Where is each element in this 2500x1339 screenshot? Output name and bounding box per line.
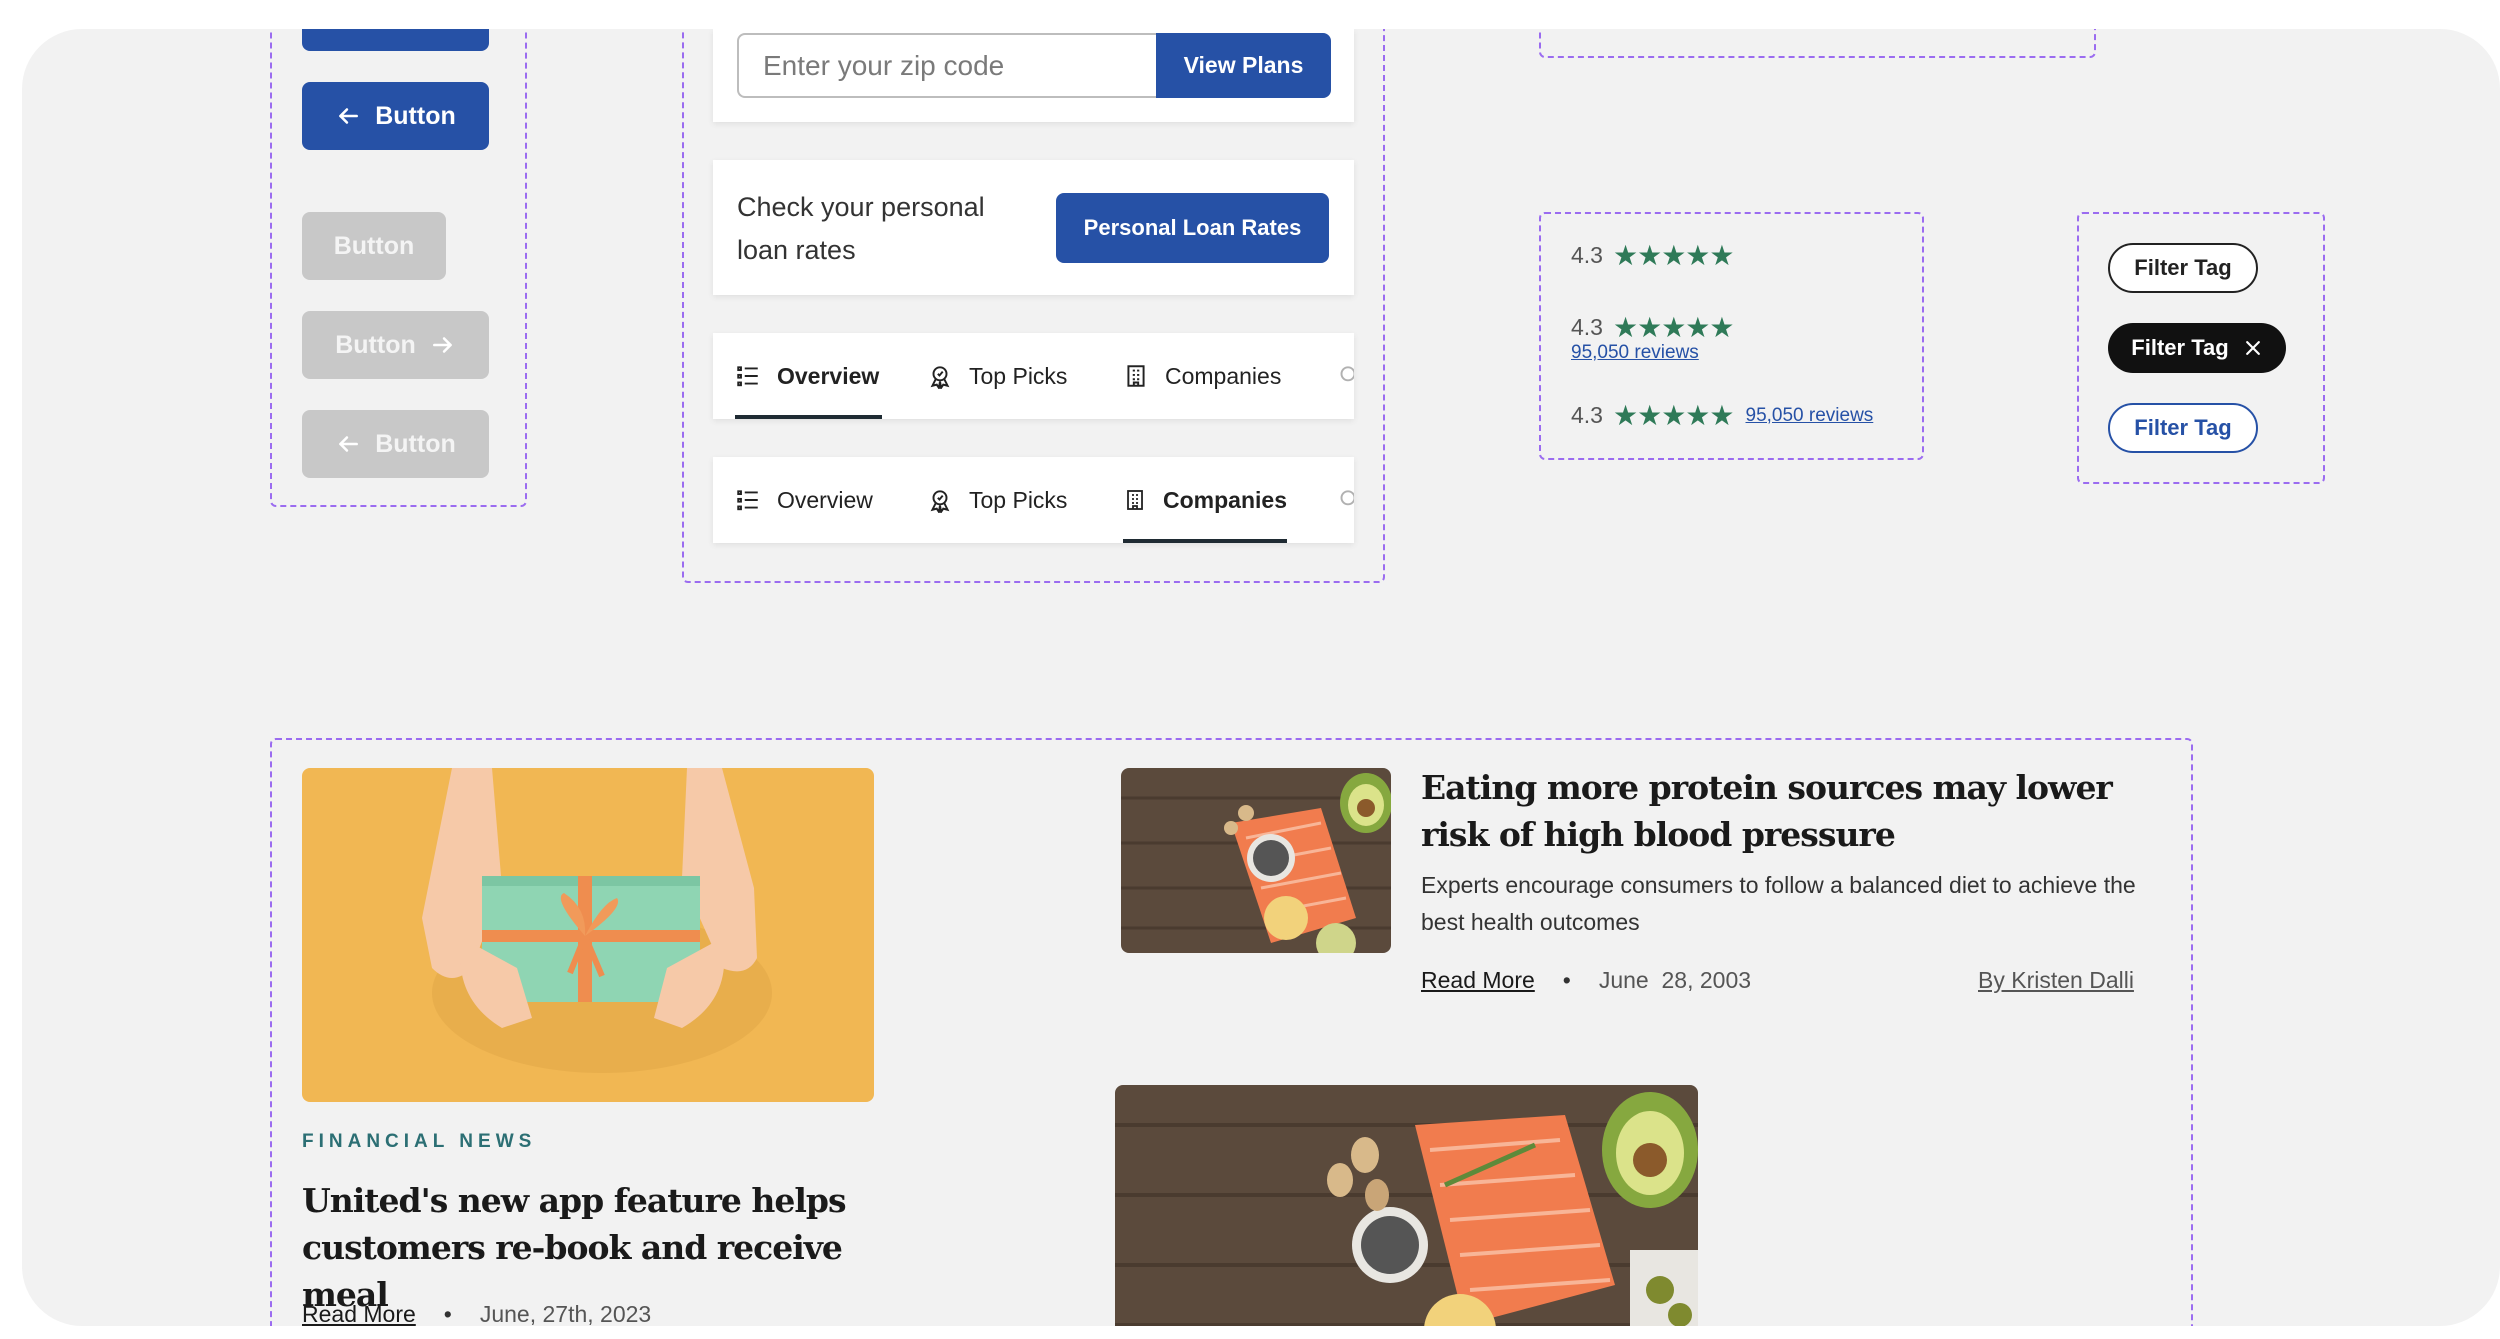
tab-overflow[interactable] (1335, 457, 1354, 543)
tab-active-underline (735, 415, 882, 419)
tab-bar-overview-active: Overview Top Picks Companies (713, 333, 1354, 419)
tab-active-underline (1123, 539, 1287, 543)
article-category: FINANCIAL NEWS (302, 1131, 537, 1152)
article-author-link[interactable]: By Kristen Dalli (1978, 967, 2134, 994)
tab-companies-label: Companies (1163, 486, 1287, 513)
filter-tag-label: Filter Tag (2134, 255, 2232, 280)
salmon-image (1115, 1085, 1698, 1326)
rating-with-reviews-inline: 4.3 ★★★★★ 95,050 reviews (1571, 399, 1873, 432)
read-more-link[interactable]: Read More (302, 1301, 416, 1326)
badge-icon (930, 490, 950, 513)
filter-tag-label: Filter Tag (2131, 335, 2229, 360)
view-plans-button[interactable]: View Plans (1156, 33, 1331, 98)
featured-article-title[interactable]: United's new app feature helps customers… (302, 1177, 892, 1318)
arrow-left-icon (339, 436, 359, 452)
tab-overview-label: Overview (777, 362, 880, 389)
tab-companies[interactable]: Companies (1123, 333, 1281, 419)
arrow-left-icon (339, 108, 359, 124)
close-icon[interactable] (2243, 338, 2263, 358)
back-button[interactable]: Button (302, 82, 489, 150)
disabled-next-button[interactable]: Button (302, 311, 489, 379)
building-icon (1127, 490, 1143, 510)
tab-overview[interactable]: Overview (735, 457, 873, 543)
disabled-back-button[interactable]: Button (302, 410, 489, 478)
list-icon (737, 366, 758, 387)
rating-with-reviews-below: 4.3 ★★★★★ (1571, 311, 1734, 344)
badge-icon (930, 366, 950, 389)
side-article-title[interactable]: Eating more protein sources may lower ri… (1421, 764, 2156, 858)
filter-tag-default[interactable]: Filter Tag (2108, 243, 2258, 293)
rating-score: 4.3 (1571, 242, 1603, 268)
cutoff-group (1539, 29, 2096, 58)
star-rating-icon: ★★★★★ (1612, 240, 1735, 271)
disabled-button[interactable]: Button (302, 212, 446, 280)
reviews-link[interactable]: 95,050 reviews (1571, 342, 1699, 364)
filter-tag-selected[interactable]: Filter Tag (2108, 323, 2286, 373)
article-date: June, 27th, 2023 (479, 1301, 652, 1326)
salmon-thumbnail (1121, 768, 1391, 953)
loan-widget-text: Check your personal loan rates (737, 192, 985, 265)
tab-top-picks[interactable]: Top Picks (927, 457, 1067, 543)
featured-article-meta: Read More • June, 27th, 2023 (302, 1301, 651, 1326)
side-article-meta: Read More • June 28, 2003 (1421, 967, 1751, 994)
tab-bar-companies-active: Overview Top Picks Companies (713, 457, 1354, 543)
side-article-description: Experts encourage consumers to follow a … (1421, 872, 2136, 935)
filter-tag-label: Filter Tag (2134, 415, 2232, 440)
badge-icon (1340, 490, 1354, 506)
back-button-label: Button (375, 101, 456, 130)
meta-separator: • (1562, 967, 1571, 993)
disabled-button-label: Button (333, 231, 415, 260)
personal-loan-rates-button[interactable]: Personal Loan Rates (1056, 193, 1329, 263)
list-icon (737, 490, 758, 511)
read-more-link[interactable]: Read More (1421, 967, 1535, 994)
tab-overflow[interactable] (1335, 333, 1354, 419)
tab-companies[interactable]: Companies (1123, 457, 1287, 543)
tab-companies-label: Companies (1165, 362, 1282, 389)
tab-top-picks[interactable]: Top Picks (927, 333, 1067, 419)
zip-code-input[interactable]: Enter your zip code (737, 33, 1158, 98)
star-rating-icon: ★★★★★ (1612, 400, 1735, 431)
tab-overview-label: Overview (777, 486, 873, 513)
gift-image (302, 768, 874, 1102)
component-canvas: Button Button Button Button Enter your z… (22, 29, 2500, 1326)
building-icon (1127, 365, 1145, 387)
meta-separator: • (443, 1301, 452, 1326)
primary-button-cutoff[interactable] (302, 29, 489, 51)
rating-score: 4.3 (1571, 314, 1603, 340)
reviews-link[interactable]: 95,050 reviews (1746, 405, 1874, 427)
tab-top-picks-label: Top Picks (969, 486, 1068, 513)
disabled-next-button-label: Button (335, 330, 416, 359)
rating-score: 4.3 (1571, 402, 1603, 428)
zip-widget: Enter your zip code View Plans (713, 29, 1354, 122)
badge-icon (1340, 366, 1354, 382)
article-date: June 28, 2003 (1598, 967, 1752, 993)
rating-compact: 4.3 ★★★★★ (1571, 239, 1734, 272)
arrow-right-icon (432, 337, 452, 353)
tab-overview[interactable]: Overview (735, 333, 882, 419)
loan-widget: Check your personal loan rates Personal … (713, 160, 1354, 295)
star-rating-icon: ★★★★★ (1612, 312, 1735, 343)
tab-top-picks-label: Top Picks (969, 362, 1068, 389)
disabled-back-button-label: Button (375, 429, 456, 458)
filter-tag-hover[interactable]: Filter Tag (2108, 403, 2258, 453)
